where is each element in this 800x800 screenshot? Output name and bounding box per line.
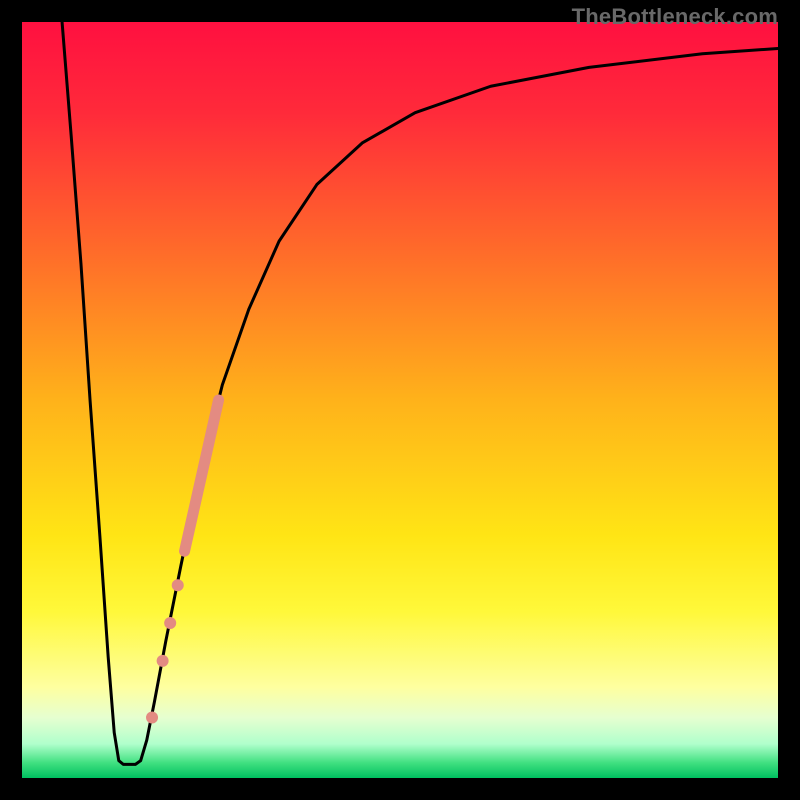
dot-1 xyxy=(146,712,158,724)
plot-background xyxy=(22,22,778,778)
dot-2 xyxy=(157,655,169,667)
plot-frame xyxy=(22,22,778,778)
dot-3 xyxy=(164,617,176,629)
plot-svg xyxy=(22,22,778,778)
dot-4 xyxy=(172,579,184,591)
watermark-text: TheBottleneck.com xyxy=(572,4,778,30)
